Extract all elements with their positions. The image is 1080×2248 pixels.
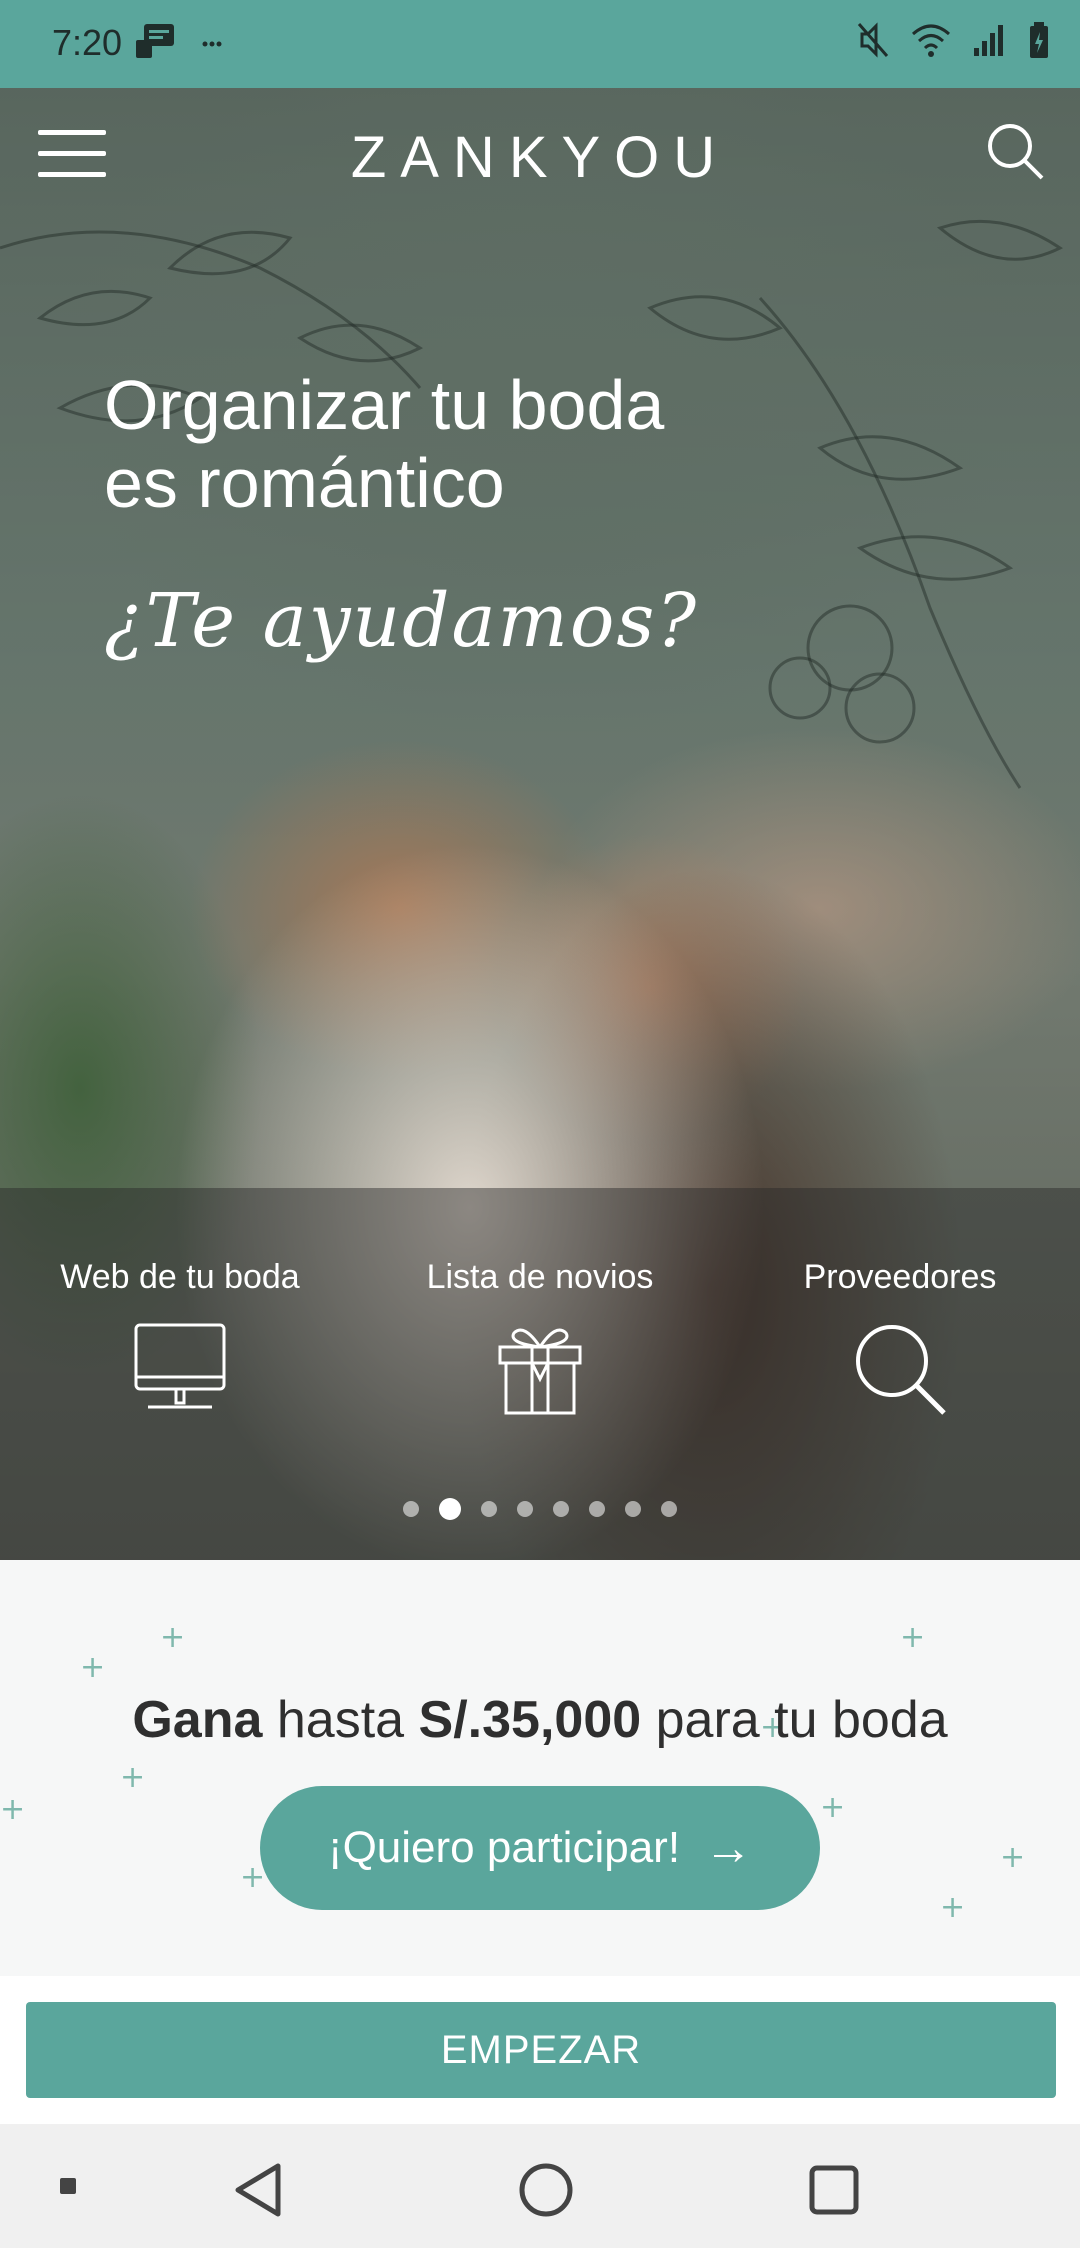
system-navigation-bar [0,2124,1080,2248]
gift-icon [498,1328,582,1415]
carousel-dot[interactable] [517,1501,533,1517]
start-button-container: EMPEZAR [0,1976,1080,2124]
feature-wedding-website[interactable]: Web de tu boda [10,1258,350,1423]
home-icon[interactable] [516,2160,576,2220]
carousel-dot[interactable] [625,1501,641,1517]
monitor-icon [134,1323,226,1409]
hero-banner: ZANKYOU Organizar tu boda es romántico ¿… [0,88,1080,1560]
search-icon[interactable] [984,120,1046,182]
promo-title-text: hasta [262,1691,419,1749]
recents-icon[interactable] [804,2160,864,2220]
hero-subtitle: ¿Te ayudamos? [104,578,699,664]
feature-label: Lista de novios [426,1258,654,1296]
promo-title: Gana hasta S/.35,000 para tu boda [0,1690,1080,1750]
arrow-right-icon: → [704,1821,753,1875]
menu-square-icon[interactable] [56,2174,80,2198]
message-icon [136,24,174,58]
search-icon [856,1325,946,1415]
participate-button[interactable]: ¡Quiero participar! → [260,1786,820,1910]
status-right-icons [856,20,1050,60]
promo-prize-amount: S/.35,000 [418,1691,642,1749]
feature-gift-registry[interactable]: Lista de novios [370,1258,710,1423]
carousel-dot[interactable] [553,1501,569,1517]
feature-label: Proveedores [803,1258,997,1296]
carousel-dot[interactable] [661,1501,677,1517]
carousel-dot[interactable] [589,1501,605,1517]
status-left-icons [134,22,229,62]
feature-label: Web de tu boda [60,1258,300,1296]
mute-icon [857,22,889,58]
carousel-dot[interactable] [403,1501,419,1517]
hero-title-line2: es romántico [104,444,505,522]
start-button[interactable]: EMPEZAR [26,2002,1056,2098]
wifi-icon [912,24,950,57]
status-bar: 7:20 [0,0,1080,88]
signal-icon [974,25,1003,56]
carousel-dot[interactable] [481,1501,497,1517]
promo-title-bold: Gana [132,1691,263,1749]
promo-section: + + + + + + + + + + Gana hasta S/.35,000… [0,1560,1080,1976]
carousel-indicator [0,1498,1080,1520]
hero-title: Organizar tu boda es romántico [104,366,804,522]
carousel-dot-active[interactable] [439,1498,461,1520]
promo-title-text: para tu boda [641,1691,948,1749]
status-time: 7:20 [52,22,123,63]
hero-title-line1: Organizar tu boda [104,366,665,444]
battery-icon [1030,22,1048,58]
more-dots-icon [202,41,222,47]
back-icon[interactable] [228,2160,288,2220]
top-navigation: ZANKYOU [0,88,1080,218]
feature-vendors[interactable]: Proveedores [730,1258,1070,1423]
participate-label: ¡Quiero participar! [327,1823,681,1872]
zankyou-logo[interactable]: ZANKYOU [0,124,1080,191]
